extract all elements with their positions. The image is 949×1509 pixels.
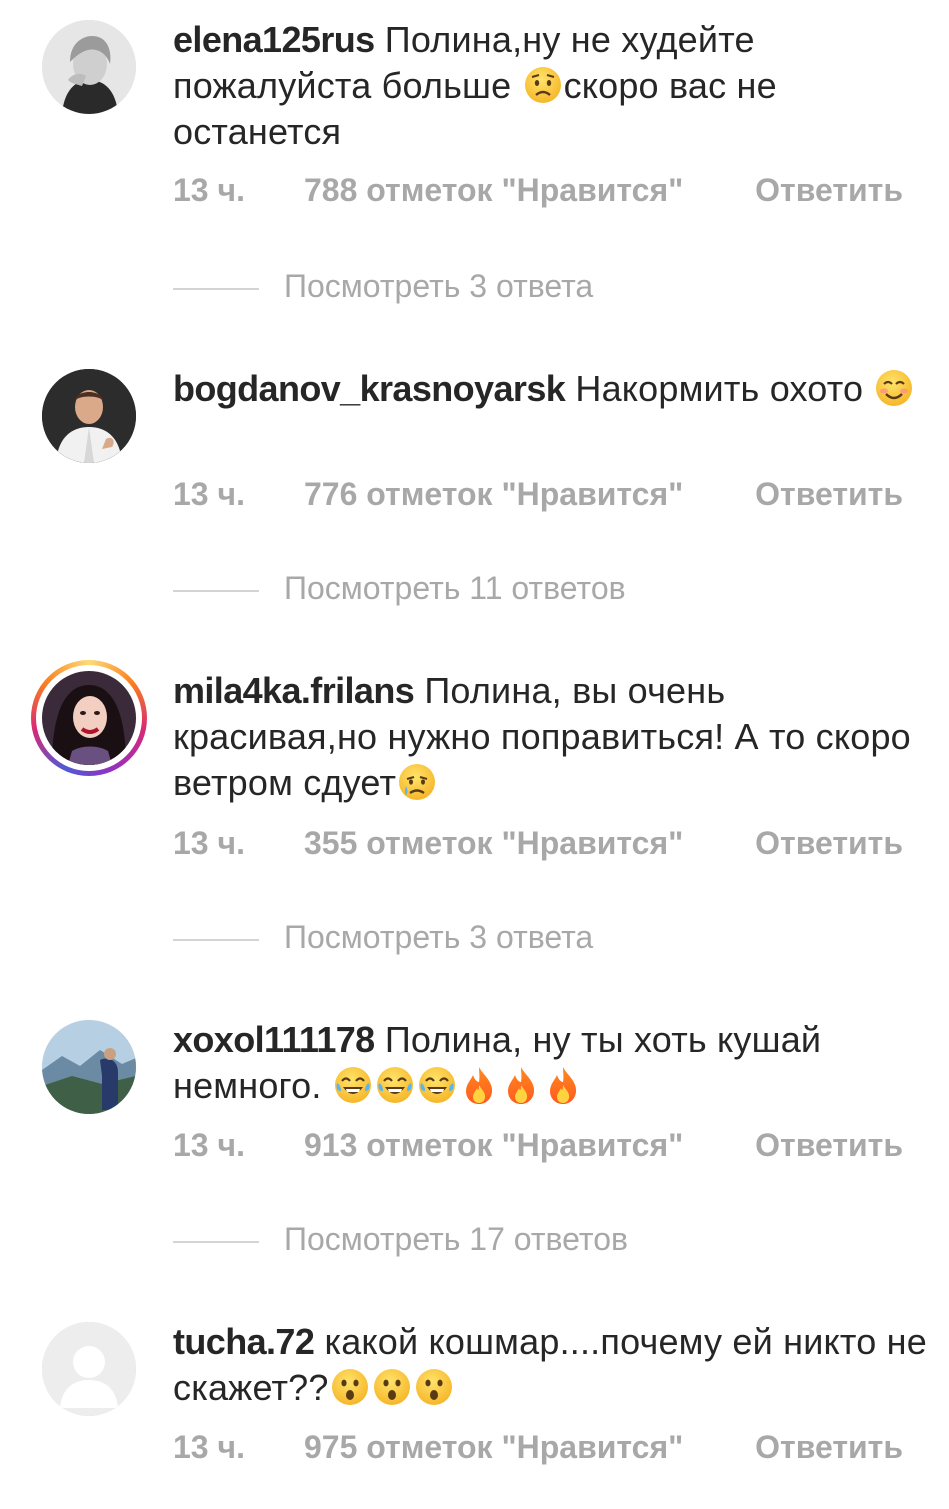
comment-username[interactable]: tucha.72 <box>173 1321 315 1362</box>
smiling-blush-face-emoji <box>874 368 914 408</box>
comment-meta: 13 ч. 975 отметок "Нравится" Ответить <box>173 1429 913 1473</box>
comment-time: 13 ч. <box>173 476 245 512</box>
reply-button[interactable]: Ответить <box>755 825 903 862</box>
view-replies-label[interactable]: Посмотреть 11 ответов <box>284 570 626 607</box>
comment-text: mila4ka.frilans Полина, вы очень красива… <box>173 668 928 806</box>
worried-face-emoji <box>523 65 563 105</box>
comment-username[interactable]: xoxol111178 <box>173 1019 375 1060</box>
comment-username[interactable]: bogdanov_krasnoyarsk <box>173 368 566 409</box>
comment-time: 13 ч. <box>173 1127 245 1163</box>
comment-meta: 13 ч. 776 отметок "Нравится" Ответить <box>173 476 913 520</box>
comment-text: bogdanov_krasnoyarsk Накормить охото <box>173 366 928 412</box>
like-count[interactable]: 355 отметок "Нравится" <box>304 825 683 862</box>
comment-time: 13 ч. <box>173 825 245 861</box>
replies-divider <box>173 288 259 290</box>
avatar[interactable] <box>42 1322 136 1416</box>
tears-of-joy-emoji <box>375 1065 415 1105</box>
view-replies-label[interactable]: Посмотреть 3 ответа <box>284 268 593 305</box>
comment-body: Накормить охото <box>575 368 874 409</box>
view-replies-button[interactable]: Посмотреть 3 ответа <box>173 919 773 963</box>
view-replies-label[interactable]: Посмотреть 17 ответов <box>284 1221 628 1258</box>
fire-emoji <box>543 1065 583 1105</box>
reply-button[interactable]: Ответить <box>755 476 903 513</box>
comment-text: elena125rus Полина,ну не худейте пожалуй… <box>173 17 928 155</box>
comment-username[interactable]: mila4ka.frilans <box>173 670 415 711</box>
reply-button[interactable]: Ответить <box>755 172 903 209</box>
tears-of-joy-emoji <box>333 1065 373 1105</box>
reply-button[interactable]: Ответить <box>755 1429 903 1466</box>
comment-time: 13 ч. <box>173 1429 245 1465</box>
avatar[interactable] <box>42 671 136 765</box>
like-count[interactable]: 776 отметок "Нравится" <box>304 476 683 513</box>
replies-divider <box>173 1241 259 1243</box>
astonished-face-emoji <box>330 1367 370 1407</box>
view-replies-button[interactable]: Посмотреть 3 ответа <box>173 268 773 312</box>
like-count[interactable]: 975 отметок "Нравится" <box>304 1429 683 1466</box>
comment-text: xoxol111178 Полина, ну ты хоть кушай нем… <box>173 1017 928 1109</box>
reply-button[interactable]: Ответить <box>755 1127 903 1164</box>
astonished-face-emoji <box>372 1367 412 1407</box>
comment-time: 13 ч. <box>173 172 245 208</box>
fire-emoji <box>501 1065 541 1105</box>
comment-meta: 13 ч. 355 отметок "Нравится" Ответить <box>173 825 913 869</box>
comment-meta: 13 ч. 788 отметок "Нравится" Ответить <box>173 172 913 216</box>
view-replies-button[interactable]: Посмотреть 17 ответов <box>173 1221 773 1265</box>
astonished-face-emoji <box>414 1367 454 1407</box>
tears-of-joy-emoji <box>417 1065 457 1105</box>
story-ring[interactable] <box>31 660 147 776</box>
avatar[interactable] <box>42 369 136 463</box>
fire-emoji <box>459 1065 499 1105</box>
replies-divider <box>173 590 259 592</box>
avatar[interactable] <box>42 1020 136 1114</box>
crying-face-emoji <box>397 762 437 802</box>
avatar[interactable] <box>42 20 136 114</box>
like-count[interactable]: 788 отметок "Нравится" <box>304 172 683 209</box>
comment-username[interactable]: elena125rus <box>173 19 375 60</box>
replies-divider <box>173 939 259 941</box>
comment-meta: 13 ч. 913 отметок "Нравится" Ответить <box>173 1127 913 1171</box>
like-count[interactable]: 913 отметок "Нравится" <box>304 1127 683 1164</box>
comment-text: tucha.72 какой кошмар....почему ей никто… <box>173 1319 928 1411</box>
view-replies-button[interactable]: Посмотреть 11 ответов <box>173 570 773 614</box>
view-replies-label[interactable]: Посмотреть 3 ответа <box>284 919 593 956</box>
